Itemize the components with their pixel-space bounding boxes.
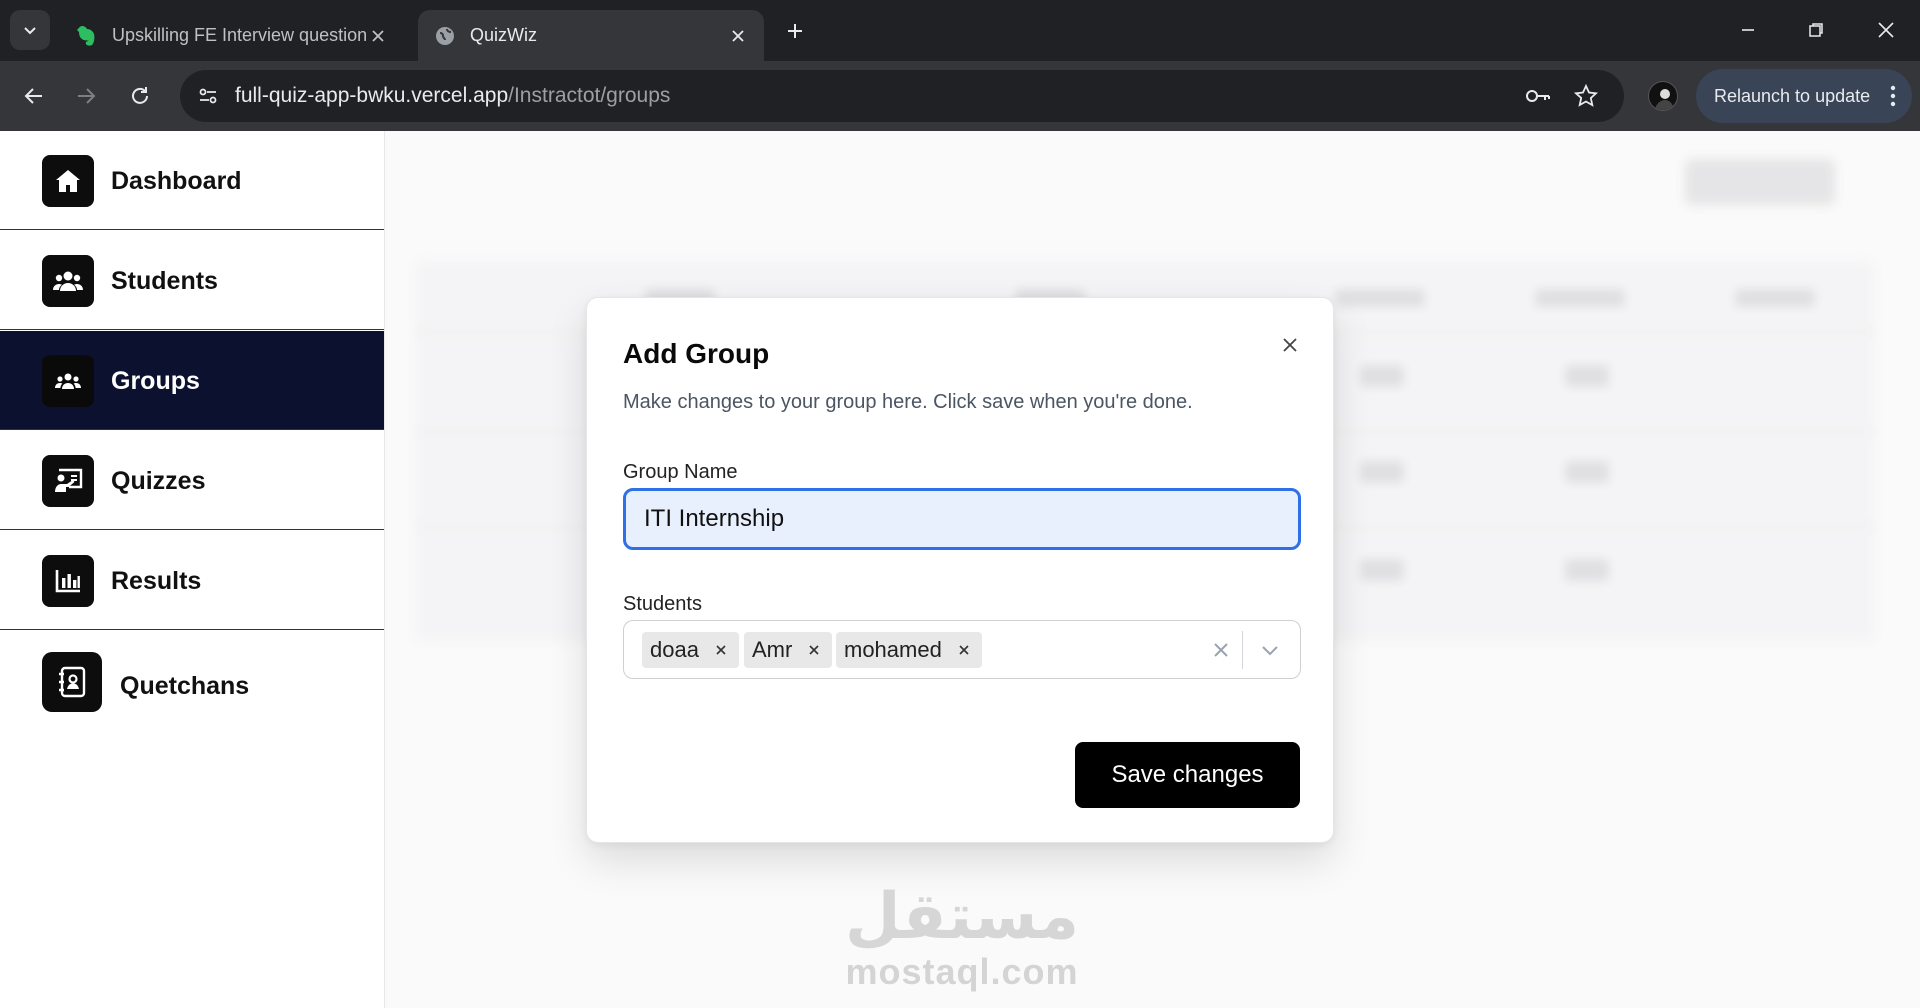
profile-avatar[interactable] (1648, 81, 1678, 111)
presentation-icon (42, 455, 94, 507)
sidebar-item-label: Quetchans (120, 672, 250, 700)
address-book-icon (42, 652, 102, 712)
sidebar-item-results[interactable]: Results (0, 531, 384, 630)
tab-title: QuizWiz (470, 25, 537, 45)
remove-chip-icon[interactable] (952, 638, 976, 662)
sidebar-item-dashboard[interactable]: Dashboard (0, 131, 384, 230)
chip-label: mohamed (844, 637, 942, 662)
sidebar-item-label: Results (111, 567, 202, 595)
address-bar[interactable]: full-quiz-app-bwku.vercel.app/Instractot… (180, 70, 1624, 122)
users-icon (42, 255, 94, 307)
tab-title: Upskilling FE Interview questions (112, 25, 366, 45)
sidebar-item-quetchans[interactable]: Quetchans (0, 631, 384, 741)
sidebar-item-label: Dashboard (111, 167, 242, 195)
browser-tab-upskilling[interactable]: Upskilling FE Interview questions (60, 10, 404, 61)
sidebar-item-label: Students (111, 267, 218, 295)
group-name-input[interactable] (623, 488, 1301, 550)
back-button[interactable] (16, 78, 52, 114)
arrow-right-icon (78, 88, 96, 104)
sidebar-item-label: Groups (111, 367, 200, 395)
save-changes-button[interactable]: Save changes (1075, 742, 1300, 808)
close-icon (1878, 22, 1894, 38)
remove-chip-icon[interactable] (802, 638, 826, 662)
bar-chart-icon (42, 555, 94, 607)
close-tab-icon[interactable] (726, 24, 750, 48)
restore-icon (1809, 23, 1823, 37)
close-icon (1283, 338, 1297, 352)
relaunch-to-update-button[interactable]: Relaunch to update (1696, 69, 1912, 123)
avatar-icon (1655, 89, 1674, 110)
forward-button[interactable] (68, 78, 104, 114)
clear-selection-icon[interactable] (1208, 637, 1234, 663)
student-chip: doaa (642, 632, 739, 668)
tab-search-button[interactable] (10, 10, 50, 50)
reload-icon (132, 87, 148, 104)
evernote-icon (77, 25, 95, 46)
students-label: Students (623, 593, 702, 615)
bookmark-star-icon[interactable] (1572, 82, 1600, 110)
arrow-left-icon (24, 88, 42, 104)
browser-tab-quizwiz[interactable]: QuizWiz (418, 10, 764, 61)
sidebar: Dashboard Students Groups Quizzes Result… (0, 131, 385, 1008)
relaunch-label: Relaunch to update (1714, 85, 1871, 106)
browser-tab-bar: Upskilling FE Interview questions QuizWi… (0, 0, 1920, 61)
sidebar-item-groups[interactable]: Groups (0, 331, 384, 430)
dialog-description: Make changes to your group here. Click s… (623, 391, 1193, 413)
globe-icon (436, 26, 454, 45)
student-chip: Amr (744, 632, 833, 668)
close-tab-icon[interactable] (366, 24, 390, 48)
url-path: /Instractot/groups (508, 84, 671, 107)
site-info-icon[interactable] (192, 80, 224, 112)
chevron-down-icon (24, 27, 36, 35)
chip-label: Amr (752, 637, 793, 662)
sidebar-item-label: Quizzes (111, 467, 206, 495)
students-multiselect[interactable]: doaa Amr mohamed (623, 620, 1301, 679)
group-icon (42, 355, 94, 407)
sidebar-item-quizzes[interactable]: Quizzes (0, 431, 384, 530)
url-text: full-quiz-app-bwku.vercel.app/Instractot… (235, 84, 670, 108)
restore-button[interactable] (1788, 12, 1844, 48)
home-icon (42, 155, 94, 207)
chip-label: doaa (650, 637, 699, 662)
url-host: full-quiz-app-bwku.vercel.app (235, 84, 509, 107)
close-window-button[interactable] (1858, 12, 1914, 48)
browser-toolbar: full-quiz-app-bwku.vercel.app/Instractot… (0, 61, 1920, 131)
remove-chip-icon[interactable] (709, 638, 733, 662)
minimize-button[interactable] (1720, 12, 1776, 48)
more-vertical-icon (1890, 85, 1896, 107)
dialog-title: Add Group (623, 338, 770, 369)
close-dialog-button[interactable] (1277, 332, 1303, 358)
group-name-label: Group Name (623, 461, 738, 483)
minimize-icon (1742, 29, 1754, 31)
student-chip: mohamed (836, 632, 982, 668)
password-key-icon[interactable] (1524, 82, 1552, 110)
add-group-dialog: Add Group Make changes to your group her… (586, 297, 1334, 843)
new-tab-button[interactable] (778, 14, 812, 48)
chevron-down-icon[interactable] (1256, 637, 1284, 663)
sidebar-item-students[interactable]: Students (0, 231, 384, 330)
plus-icon (788, 24, 802, 38)
indicator-separator (1242, 631, 1243, 669)
reload-button[interactable] (122, 78, 158, 114)
